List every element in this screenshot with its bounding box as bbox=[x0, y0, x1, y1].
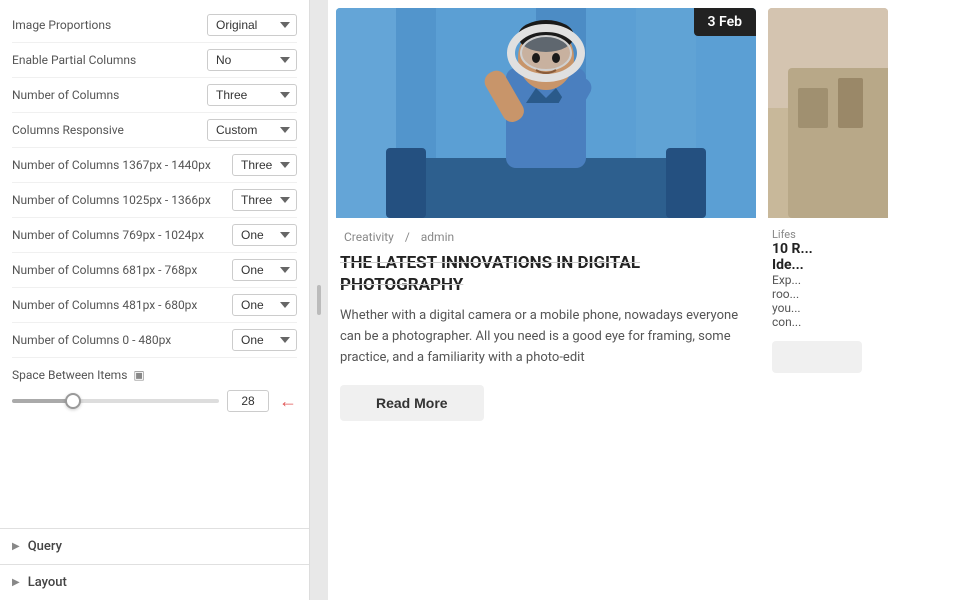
label-columns-responsive: Columns Responsive bbox=[12, 123, 207, 137]
select-enable-partial-columns[interactable]: NoYes bbox=[207, 49, 297, 71]
card-content: Creativity / admin THE LATEST INNOVATION… bbox=[336, 218, 756, 429]
select-columns-0-480[interactable]: OneTwoThree bbox=[232, 329, 297, 351]
control-columns-1025-1366: OneTwoThreeFour bbox=[232, 189, 297, 211]
setting-row-columns-769-1024: Number of Columns 769px - 1024pxOneTwoTh… bbox=[12, 218, 297, 253]
preview-panel: 3 Feb Creativity / admin THE LATEST INNO… bbox=[328, 0, 969, 600]
label-columns-769-1024: Number of Columns 769px - 1024px bbox=[12, 228, 232, 242]
date-badge: 3 Feb bbox=[694, 8, 756, 36]
slider-label-text: Space Between Items bbox=[12, 368, 127, 382]
label-image-proportions: Image Proportions bbox=[12, 18, 207, 32]
select-columns-481-680[interactable]: OneTwoThree bbox=[232, 294, 297, 316]
layout-chevron: ▶ bbox=[12, 577, 20, 588]
select-columns-681-768[interactable]: OneTwoThree bbox=[232, 259, 297, 281]
select-image-proportions[interactable]: OriginalSquareLandscapePortrait bbox=[207, 14, 297, 36]
layout-section[interactable]: ▶ Layout bbox=[0, 564, 309, 600]
control-columns-1367-1440: OneTwoThreeFour bbox=[232, 154, 297, 176]
query-section[interactable]: ▶ Query bbox=[0, 528, 309, 564]
card-meta: Creativity / admin bbox=[340, 230, 752, 244]
layout-header[interactable]: ▶ Layout bbox=[12, 575, 297, 590]
partial-category: Lifes bbox=[772, 228, 884, 241]
setting-row-enable-partial-columns: Enable Partial ColumnsNoYes bbox=[12, 43, 297, 78]
query-header[interactable]: ▶ Query bbox=[12, 539, 297, 554]
layout-label: Layout bbox=[28, 575, 67, 590]
partial-article-card: Lifes 10 R... Ide... Exp...roo...you...c… bbox=[768, 8, 888, 592]
query-label: Query bbox=[28, 539, 62, 554]
setting-row-columns-681-768: Number of Columns 681px - 768pxOneTwoThr… bbox=[12, 253, 297, 288]
slider-wrapper[interactable] bbox=[12, 392, 219, 410]
card-image-wrapper: 3 Feb bbox=[336, 8, 756, 218]
partial-read-more bbox=[772, 341, 862, 373]
monitor-icon: ▣ bbox=[133, 368, 144, 382]
card-separator: / bbox=[405, 230, 410, 244]
read-more-button[interactable]: Read More bbox=[340, 385, 484, 421]
space-between-slider[interactable] bbox=[12, 399, 219, 403]
control-enable-partial-columns: NoYes bbox=[207, 49, 297, 71]
card-title: THE LATEST INNOVATIONS IN DIGITAL PHOTOG… bbox=[340, 252, 752, 296]
article-photo bbox=[336, 8, 756, 218]
panel-divider[interactable] bbox=[310, 0, 328, 600]
query-chevron: ▶ bbox=[12, 541, 20, 552]
control-columns-481-680: OneTwoThree bbox=[232, 294, 297, 316]
setting-row-columns-481-680: Number of Columns 481px - 680pxOneTwoThr… bbox=[12, 288, 297, 323]
partial-excerpt: Exp...roo...you...con... bbox=[772, 273, 884, 333]
setting-row-number-of-columns: Number of ColumnsOneTwoThreeFour bbox=[12, 78, 297, 113]
control-number-of-columns: OneTwoThreeFour bbox=[207, 84, 297, 106]
setting-row-columns-1025-1366: Number of Columns 1025px - 1366pxOneTwoT… bbox=[12, 183, 297, 218]
slider-label: Space Between Items ▣ bbox=[12, 368, 297, 382]
article-card: 3 Feb Creativity / admin THE LATEST INNO… bbox=[336, 8, 756, 592]
partial-card-image bbox=[768, 8, 888, 218]
label-columns-681-768: Number of Columns 681px - 768px bbox=[12, 263, 232, 277]
settings-panel: Image ProportionsOriginalSquareLandscape… bbox=[0, 0, 310, 600]
slider-container: ← bbox=[12, 390, 297, 412]
select-columns-responsive[interactable]: DefaultCustom bbox=[207, 119, 297, 141]
control-columns-681-768: OneTwoThree bbox=[232, 259, 297, 281]
select-columns-1367-1440[interactable]: OneTwoThreeFour bbox=[232, 154, 297, 176]
card-excerpt: Whether with a digital camera or a mobil… bbox=[340, 306, 752, 368]
settings-section: Image ProportionsOriginalSquareLandscape… bbox=[0, 0, 309, 528]
setting-row-columns-responsive: Columns ResponsiveDefaultCustom bbox=[12, 113, 297, 148]
partial-title: 10 R... bbox=[772, 241, 884, 257]
divider-handle bbox=[317, 285, 321, 315]
label-columns-0-480: Number of Columns 0 - 480px bbox=[12, 333, 232, 347]
setting-row-columns-0-480: Number of Columns 0 - 480pxOneTwoThree bbox=[12, 323, 297, 358]
label-number-of-columns: Number of Columns bbox=[12, 88, 207, 102]
control-columns-769-1024: OneTwoThree bbox=[232, 224, 297, 246]
partial-title-2: Ide... bbox=[772, 257, 884, 273]
select-columns-1025-1366[interactable]: OneTwoThreeFour bbox=[232, 189, 297, 211]
setting-row-columns-1367-1440: Number of Columns 1367px - 1440pxOneTwoT… bbox=[12, 148, 297, 183]
card-category: Creativity bbox=[344, 230, 394, 244]
control-columns-responsive: DefaultCustom bbox=[207, 119, 297, 141]
label-columns-481-680: Number of Columns 481px - 680px bbox=[12, 298, 232, 312]
label-columns-1025-1366: Number of Columns 1025px - 1366px bbox=[12, 193, 232, 207]
select-number-of-columns[interactable]: OneTwoThreeFour bbox=[207, 84, 297, 106]
label-enable-partial-columns: Enable Partial Columns bbox=[12, 53, 207, 67]
card-author: admin bbox=[421, 230, 454, 244]
arrow-indicator: ← bbox=[279, 391, 297, 412]
slider-value-input[interactable] bbox=[227, 390, 269, 412]
control-columns-0-480: OneTwoThree bbox=[232, 329, 297, 351]
partial-content: Lifes 10 R... Ide... Exp...roo...you...c… bbox=[768, 218, 888, 383]
setting-row-image-proportions: Image ProportionsOriginalSquareLandscape… bbox=[12, 8, 297, 43]
label-columns-1367-1440: Number of Columns 1367px - 1440px bbox=[12, 158, 232, 172]
select-columns-769-1024[interactable]: OneTwoThree bbox=[232, 224, 297, 246]
control-image-proportions: OriginalSquareLandscapePortrait bbox=[207, 14, 297, 36]
space-between-items-row: Space Between Items ▣ ← bbox=[12, 358, 297, 418]
partial-photo bbox=[768, 8, 888, 218]
